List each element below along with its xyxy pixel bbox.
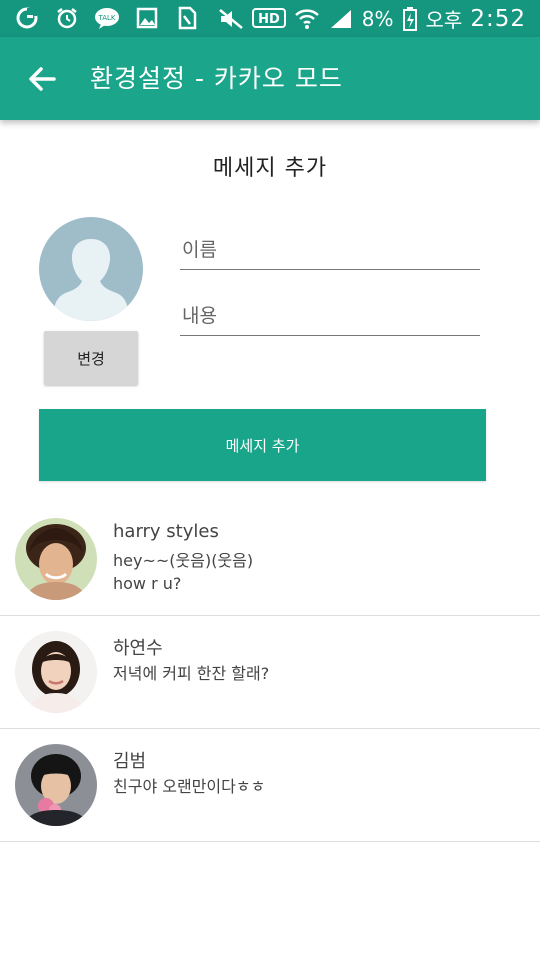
signal-strength-icon: [328, 5, 354, 33]
message-line: hey~~(웃음)(웃음): [113, 551, 254, 570]
app-bar: 환경설정 - 카카오 모드: [0, 37, 540, 120]
message-content: hey~~(웃음)(웃음) how r u?: [113, 549, 253, 595]
page-title: 환경설정 - 카카오 모드: [90, 64, 343, 93]
add-message-button[interactable]: 메세지 추가: [39, 409, 486, 481]
message-line: how r u?: [113, 574, 182, 593]
avatar: [15, 631, 97, 713]
avatar: [15, 744, 97, 826]
mute-icon: [218, 5, 244, 33]
app-notification-icon: [14, 4, 40, 32]
profile-avatar-placeholder[interactable]: [39, 217, 143, 321]
ampm-label: 오후: [425, 8, 463, 32]
sim-card-icon: [174, 4, 200, 32]
message-list-item[interactable]: 김범 친구야 오랜만이다ㅎㅎ: [0, 729, 540, 842]
default-person-icon: [53, 239, 129, 321]
message-line: 저녁에 커피 한잔 할래?: [113, 664, 270, 683]
change-avatar-button[interactable]: 변경: [44, 331, 138, 385]
wifi-icon: [294, 5, 320, 33]
svg-text:TALK: TALK: [97, 14, 115, 22]
hd-voice-icon: HD: [251, 5, 286, 33]
message-sender-name: harry styles: [113, 521, 219, 542]
clock-time: 2:52: [470, 5, 526, 32]
kakaotalk-icon: TALK: [94, 4, 120, 32]
alarm-clock-icon: [54, 4, 80, 32]
svg-text:HD: HD: [258, 12, 280, 27]
message-content: 저녁에 커피 한잔 할래?: [113, 662, 269, 685]
message-sender-name: 김범: [113, 751, 147, 772]
name-input[interactable]: [180, 230, 480, 270]
message-list-item[interactable]: 하연수 저녁에 커피 한잔 할래?: [0, 616, 540, 729]
message-list: harry styles hey~~(웃음)(웃음) how r u? 하연수 …: [0, 503, 540, 842]
battery-charging-icon: [402, 5, 418, 33]
form-title: 메세지 추가: [212, 156, 328, 181]
status-bar: TALK HD 8% 오후 2:52: [0, 0, 540, 37]
message-sender-name: 하연수: [113, 638, 163, 659]
message-line: 친구야 오랜만이다ㅎㅎ: [113, 777, 266, 796]
image-notification-icon: [134, 4, 160, 32]
message-content: 친구야 오랜만이다ㅎㅎ: [113, 775, 265, 798]
battery-percent: 8%: [361, 6, 394, 31]
content-input[interactable]: [180, 296, 480, 336]
back-arrow-icon[interactable]: [26, 63, 58, 95]
message-list-item[interactable]: harry styles hey~~(웃음)(웃음) how r u?: [0, 503, 540, 616]
avatar: [15, 518, 97, 600]
